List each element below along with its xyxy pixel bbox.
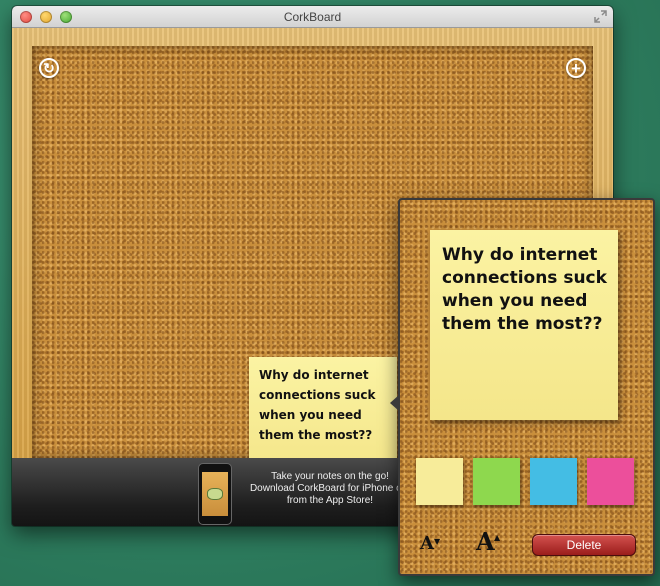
increase-font-button[interactable]: A ▲ [476,530,500,554]
color-swatch-pink[interactable] [587,458,634,505]
popover-arrow [390,395,399,411]
sticky-note[interactable]: Why do internet connections suck when yo… [249,357,397,467]
window-title: CorkBoard [283,10,342,24]
note-edit-area[interactable]: Why do internet connections suck when yo… [430,230,618,420]
color-swatch-yellow[interactable] [416,458,463,505]
plus-icon[interactable]: + [566,58,586,78]
decrease-font-button[interactable]: A ▼ [420,535,440,553]
title-bar: CorkBoard [12,6,613,28]
caret-up-icon: ▲ [494,532,501,542]
delete-button[interactable]: Delete [532,534,636,556]
color-swatch-green[interactable] [473,458,520,505]
promo-text[interactable]: Take your notes on the go! Download Cork… [240,471,420,507]
caret-down-icon: ▼ [434,536,441,546]
note-editor-popover: Why do internet connections suck when yo… [390,198,655,576]
fullscreen-icon[interactable] [594,10,607,23]
iphone-image[interactable] [198,463,232,525]
color-swatch-blue[interactable] [530,458,577,505]
refresh-icon[interactable]: ↻ [39,58,59,78]
